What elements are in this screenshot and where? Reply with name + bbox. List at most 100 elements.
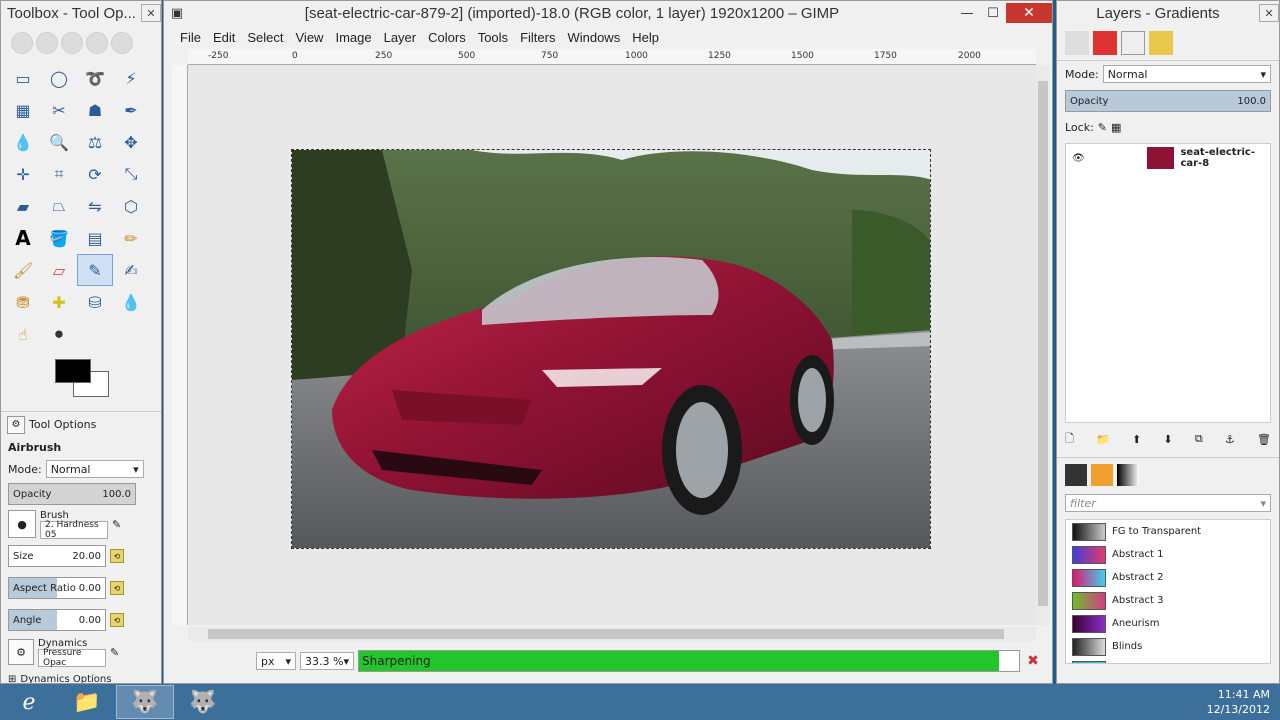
undo-tab-icon[interactable] (1149, 30, 1173, 55)
foreground-select-icon[interactable]: ☗ (77, 94, 113, 126)
channels-tab-icon[interactable] (1093, 30, 1117, 55)
align-icon[interactable]: ✛ (5, 158, 41, 190)
layers-tab-icon[interactable] (1065, 30, 1089, 55)
layer-opacity-slider[interactable]: Opacity 100.0 (1065, 90, 1271, 112)
rect-select-icon[interactable]: ▭ (5, 62, 41, 94)
menu-file[interactable]: File (174, 30, 207, 45)
menu-select[interactable]: Select (241, 30, 289, 45)
airbrush-icon[interactable]: ✎ (77, 254, 113, 286)
cage-icon[interactable]: ⬡ (113, 190, 149, 222)
delete-icon[interactable]: 🗑 (1257, 433, 1271, 446)
vertical-scrollbar[interactable] (1036, 65, 1050, 625)
foreground-color[interactable] (55, 359, 91, 383)
paintbrush-icon[interactable]: 🖌 (5, 254, 41, 286)
gimp-taskbar-icon-2[interactable]: 🐺 (174, 685, 232, 719)
toolbox-titlebar[interactable]: Toolbox - Tool Op... ✕ (1, 1, 161, 25)
horizontal-scrollbar[interactable] (188, 627, 1036, 641)
gradient-item[interactable]: Abstract 2 (1066, 566, 1270, 589)
scissors-icon[interactable]: ✂ (41, 94, 77, 126)
dynamics-field[interactable]: Pressure Opac (38, 648, 106, 668)
vertical-ruler[interactable] (172, 65, 188, 625)
brush-preview[interactable]: ● (8, 510, 36, 538)
close-button[interactable]: ✕ (1006, 3, 1052, 23)
menu-filters[interactable]: Filters (514, 30, 561, 45)
gradient-item[interactable]: Aneurism (1066, 612, 1270, 635)
menu-help[interactable]: Help (626, 30, 665, 45)
color-swatches[interactable] (1, 357, 161, 407)
visibility-eye-icon[interactable]: 👁 (1072, 153, 1085, 164)
reset-aspect-icon[interactable]: ⟲ (110, 581, 124, 595)
gradients-tab-icon[interactable] (1117, 463, 1139, 486)
canvas[interactable] (188, 65, 1036, 625)
color-picker-icon[interactable]: 💧 (5, 126, 41, 158)
flip-icon[interactable]: ⇋ (77, 190, 113, 222)
mode-select[interactable]: Normal ▾ (45, 460, 144, 478)
horizontal-ruler[interactable]: -250 0 250 500 750 1000 1250 1500 1750 2… (188, 49, 1036, 65)
menu-image[interactable]: Image (329, 30, 377, 45)
color-select-icon[interactable]: ▦ (5, 94, 41, 126)
crop-icon[interactable]: ⌗ (41, 158, 77, 190)
ie-icon[interactable]: ℯ (0, 685, 58, 719)
scale-icon[interactable]: ⤡ (113, 158, 149, 190)
new-layer-icon[interactable]: 🗋 (1065, 430, 1074, 449)
bucket-fill-icon[interactable]: 🪣 (41, 222, 77, 254)
gradient-item[interactable]: Blue Green (1066, 658, 1270, 663)
dock-titlebar[interactable]: Layers - Gradients ✕ (1057, 1, 1279, 25)
dock-close-button[interactable]: ✕ (1259, 4, 1279, 22)
ellipse-select-icon[interactable]: ◯ (41, 62, 77, 94)
smudge-icon[interactable]: ☝ (5, 318, 41, 350)
car-image[interactable] (291, 149, 931, 549)
gradient-item[interactable]: Abstract 3 (1066, 589, 1270, 612)
menu-windows[interactable]: Windows (561, 30, 626, 45)
rotate-icon[interactable]: ⟳ (77, 158, 113, 190)
eraser-icon[interactable]: ▱ (41, 254, 77, 286)
lock-alpha-icon[interactable]: ▦ (1111, 121, 1121, 134)
lower-icon[interactable]: ⬇ (1163, 433, 1172, 446)
zoom-icon[interactable]: 🔍 (41, 126, 77, 158)
new-group-icon[interactable]: 📁 (1096, 433, 1110, 446)
aspect-ratio-slider[interactable]: Aspect Ratio 0.00 (8, 577, 106, 599)
blend-icon[interactable]: ▤ (77, 222, 113, 254)
paths-tab-icon[interactable] (1121, 30, 1145, 55)
lock-pixels-icon[interactable]: ✎ (1098, 121, 1107, 134)
reset-size-icon[interactable]: ⟲ (110, 549, 124, 563)
menu-view[interactable]: View (290, 30, 330, 45)
reset-angle-icon[interactable]: ⟲ (110, 613, 124, 627)
gradient-item[interactable]: Abstract 1 (1066, 543, 1270, 566)
heal-icon[interactable]: ✚ (41, 286, 77, 318)
perspective-clone-icon[interactable]: ⛁ (77, 286, 113, 318)
layer-mode-select[interactable]: Normal ▾ (1102, 65, 1271, 83)
edit-brush-icon[interactable]: ✎ (112, 518, 121, 531)
free-select-icon[interactable]: ➰ (77, 62, 113, 94)
clock[interactable]: 11:41 AM 12/13/2012 (1207, 687, 1280, 717)
text-icon[interactable]: A (5, 222, 41, 254)
scroll-thumb[interactable] (208, 629, 1004, 639)
minimize-button[interactable]: — (954, 3, 980, 23)
brush-field[interactable]: 2. Hardness 05 (40, 520, 108, 540)
expander-icon[interactable]: ⊞ (8, 674, 16, 684)
image-titlebar[interactable]: ▣ [seat-electric-car-879-2] (imported)-1… (164, 1, 1052, 25)
pencil-icon[interactable]: ✏ (113, 222, 149, 254)
dynamics-options[interactable]: Dynamics Options (20, 674, 111, 684)
toolbox-close-button[interactable]: ✕ (141, 4, 161, 22)
clone-icon[interactable]: ⛃ (5, 286, 41, 318)
tool-options-tab[interactable]: ⚙ Tool Options (1, 411, 161, 437)
maximize-button[interactable]: ☐ (980, 3, 1006, 23)
blur-icon[interactable]: 💧 (113, 286, 149, 318)
unit-select[interactable]: px ▾ (256, 652, 296, 670)
shear-icon[interactable]: ▰ (5, 190, 41, 222)
brushes-tab-icon[interactable] (1065, 463, 1087, 486)
filter-input[interactable]: filter ▾ (1065, 494, 1271, 512)
menu-tools[interactable]: Tools (472, 30, 514, 45)
raise-icon[interactable]: ⬆ (1132, 433, 1141, 446)
menu-layer[interactable]: Layer (378, 30, 423, 45)
perspective-icon[interactable]: ⏢ (41, 190, 77, 222)
size-slider[interactable]: Size 20.00 (8, 545, 106, 567)
duplicate-icon[interactable]: ⧉ (1195, 432, 1203, 446)
gradient-item[interactable]: Blinds (1066, 635, 1270, 658)
zoom-select[interactable]: 33.3 % ▾ (300, 652, 354, 670)
fuzzy-select-icon[interactable]: ⚡ (113, 62, 149, 94)
dynamics-icon[interactable]: ⚙ (8, 639, 34, 665)
anchor-icon[interactable]: ⚓ (1225, 433, 1235, 446)
gradient-item[interactable]: FG to Transparent (1066, 520, 1270, 543)
